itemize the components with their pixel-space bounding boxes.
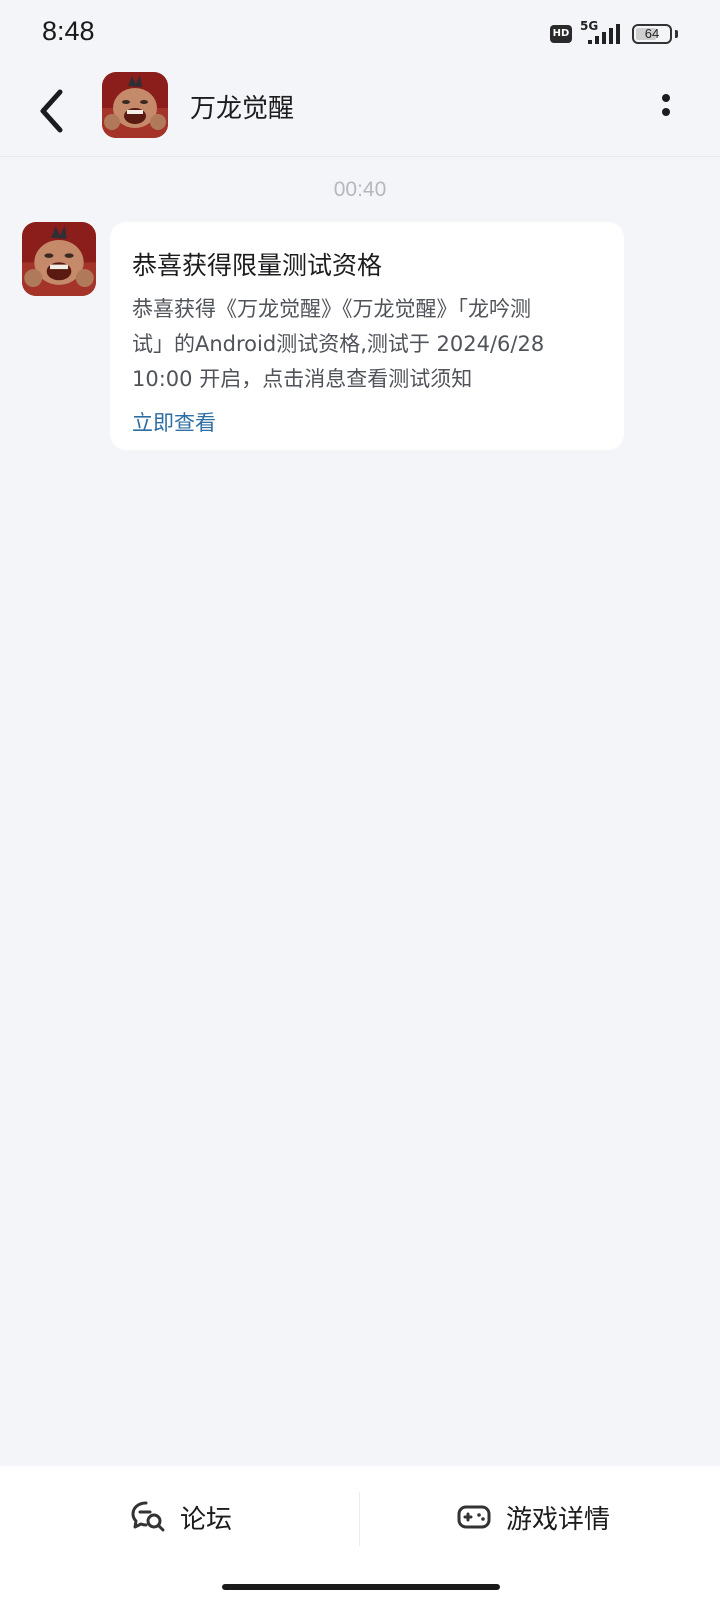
message-timestamp: 00:40 bbox=[333, 178, 387, 201]
game-details-button[interactable]: 游戏详情 bbox=[456, 1490, 610, 1544]
game-logo-icon bbox=[22, 222, 96, 296]
battery-indicator: 64 bbox=[632, 24, 672, 44]
message-card[interactable]: 恭喜获得限量测试资格 恭喜获得《万龙觉醒》《万龙觉醒》「龙吟测 试」的Andro… bbox=[110, 222, 624, 450]
bottom-action-bar: 论坛 游戏详情 bbox=[0, 1466, 720, 1600]
home-indicator[interactable] bbox=[222, 1584, 500, 1590]
forum-button[interactable]: 论坛 bbox=[130, 1490, 232, 1544]
gamepad-icon bbox=[457, 1505, 491, 1529]
message-body-line: 试」的Android测试资格,测试于 2024/6/28 bbox=[132, 332, 545, 356]
chat-header: 万龙觉醒 bbox=[0, 66, 720, 157]
message-body-line: 恭喜获得《万龙觉醒》《万龙觉醒》「龙吟测 bbox=[132, 297, 531, 321]
view-now-link[interactable]: 立即查看 bbox=[132, 407, 216, 437]
more-vertical-icon-dot bbox=[662, 108, 670, 116]
bottom-divider bbox=[359, 1492, 360, 1546]
back-button[interactable] bbox=[30, 82, 80, 140]
chat-search-icon bbox=[131, 1501, 165, 1532]
more-vertical-icon bbox=[662, 94, 670, 102]
game-details-label: 游戏详情 bbox=[506, 1504, 611, 1535]
sender-avatar[interactable] bbox=[22, 222, 96, 296]
hd-badge: HD bbox=[550, 25, 572, 43]
game-avatar[interactable] bbox=[102, 72, 168, 138]
battery-cap bbox=[675, 30, 678, 38]
message-body: 恭喜获得《万龙觉醒》《万龙觉醒》「龙吟测 试」的Android测试资格,测试于 … bbox=[132, 292, 602, 397]
status-time: 8:48 bbox=[42, 16, 95, 46]
battery-level: 64 bbox=[644, 26, 660, 41]
page-title: 万龙觉醒 bbox=[190, 94, 295, 124]
game-logo-icon bbox=[102, 72, 168, 138]
more-button[interactable] bbox=[652, 86, 682, 126]
signal-icon bbox=[588, 24, 620, 44]
message-body-line: 10:00 开启，点击消息查看测试须知 bbox=[132, 367, 473, 391]
message-title: 恭喜获得限量测试资格 bbox=[132, 251, 383, 280]
forum-label: 论坛 bbox=[180, 1504, 233, 1535]
chevron-left-icon bbox=[40, 89, 63, 133]
status-bar: 8:48 HD 5G 64 bbox=[0, 0, 720, 66]
